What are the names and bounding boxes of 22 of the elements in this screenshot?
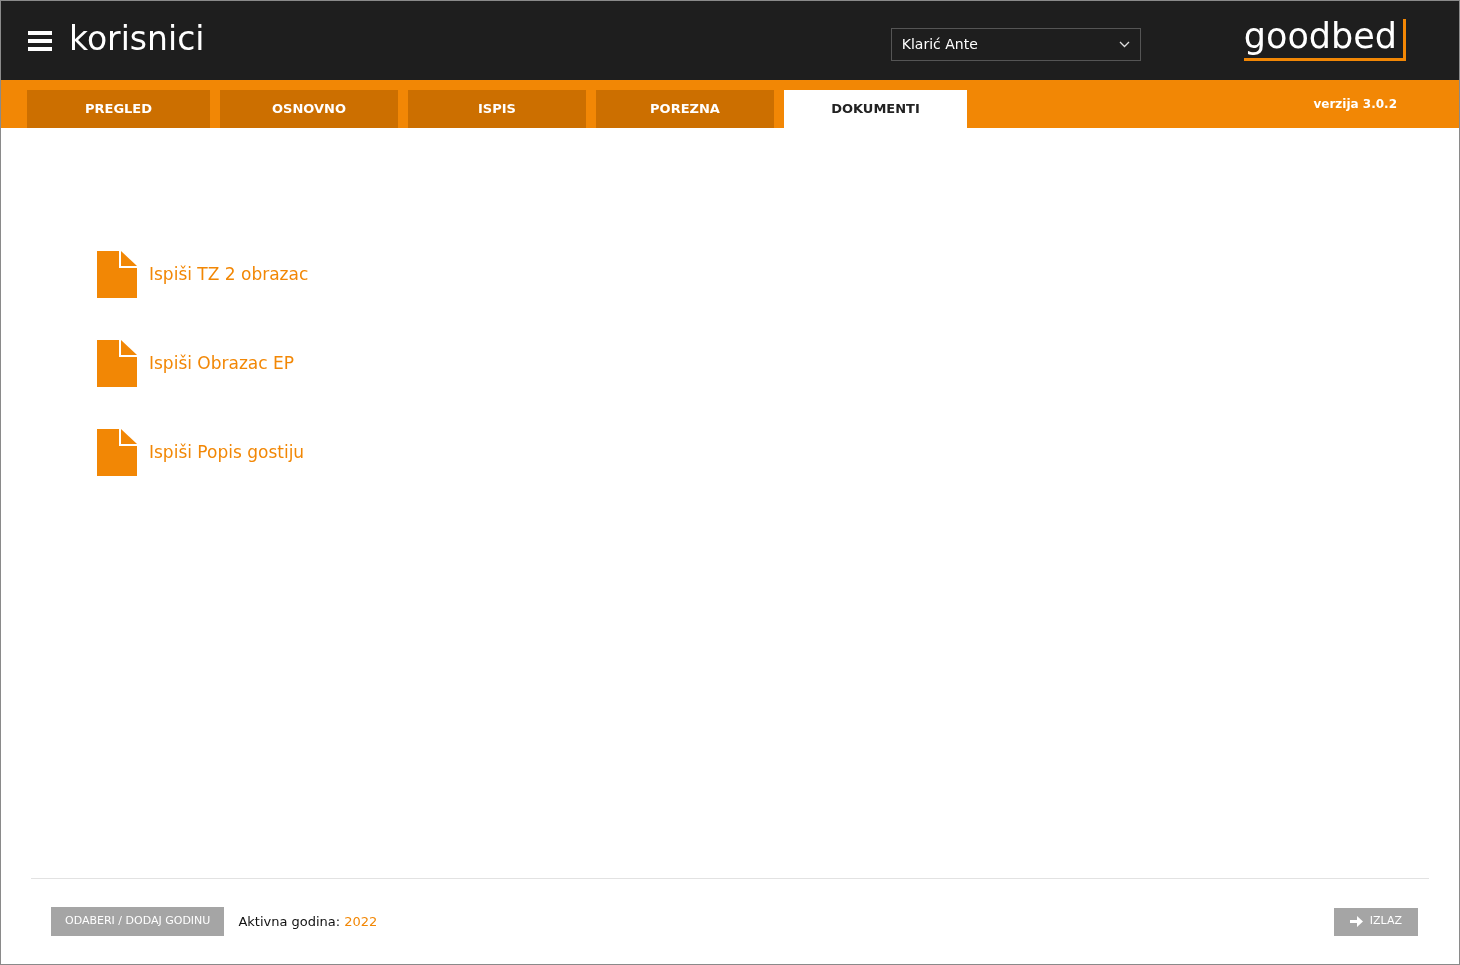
active-year-value: 2022 <box>344 912 378 931</box>
document-link[interactable]: Ispiši Popis gostiju <box>149 439 305 466</box>
tab[interactable]: ISPIS <box>408 90 586 128</box>
tab[interactable]: POREZNA <box>596 90 774 128</box>
menu-icon[interactable] <box>28 29 52 52</box>
version-label: verzija 3.0.2 <box>1313 96 1397 113</box>
document-link[interactable]: Ispiši Obrazac EP <box>149 350 295 377</box>
page-title: korisnici <box>69 22 205 55</box>
logo: goodbed <box>1243 18 1406 61</box>
exit-button[interactable]: IZLAZ <box>1333 907 1418 936</box>
tab[interactable]: PREGLED <box>27 90 210 128</box>
tab[interactable]: OSNOVNO <box>220 90 398 128</box>
chevron-down-icon <box>1118 41 1130 48</box>
tab[interactable]: DOKUMENTI <box>784 90 967 128</box>
document-icon[interactable] <box>97 340 137 387</box>
arrow-right-icon <box>1349 916 1363 927</box>
active-year-label: Aktivna godina: <box>238 912 341 931</box>
user-select[interactable]: Klarić Ante <box>890 28 1141 61</box>
document-icon[interactable] <box>97 251 137 298</box>
document-link[interactable]: Ispiši TZ 2 obrazac <box>149 261 309 288</box>
document-icon[interactable] <box>97 429 137 476</box>
year-button[interactable]: ODABERI / DODAJ GODINU <box>51 907 225 936</box>
